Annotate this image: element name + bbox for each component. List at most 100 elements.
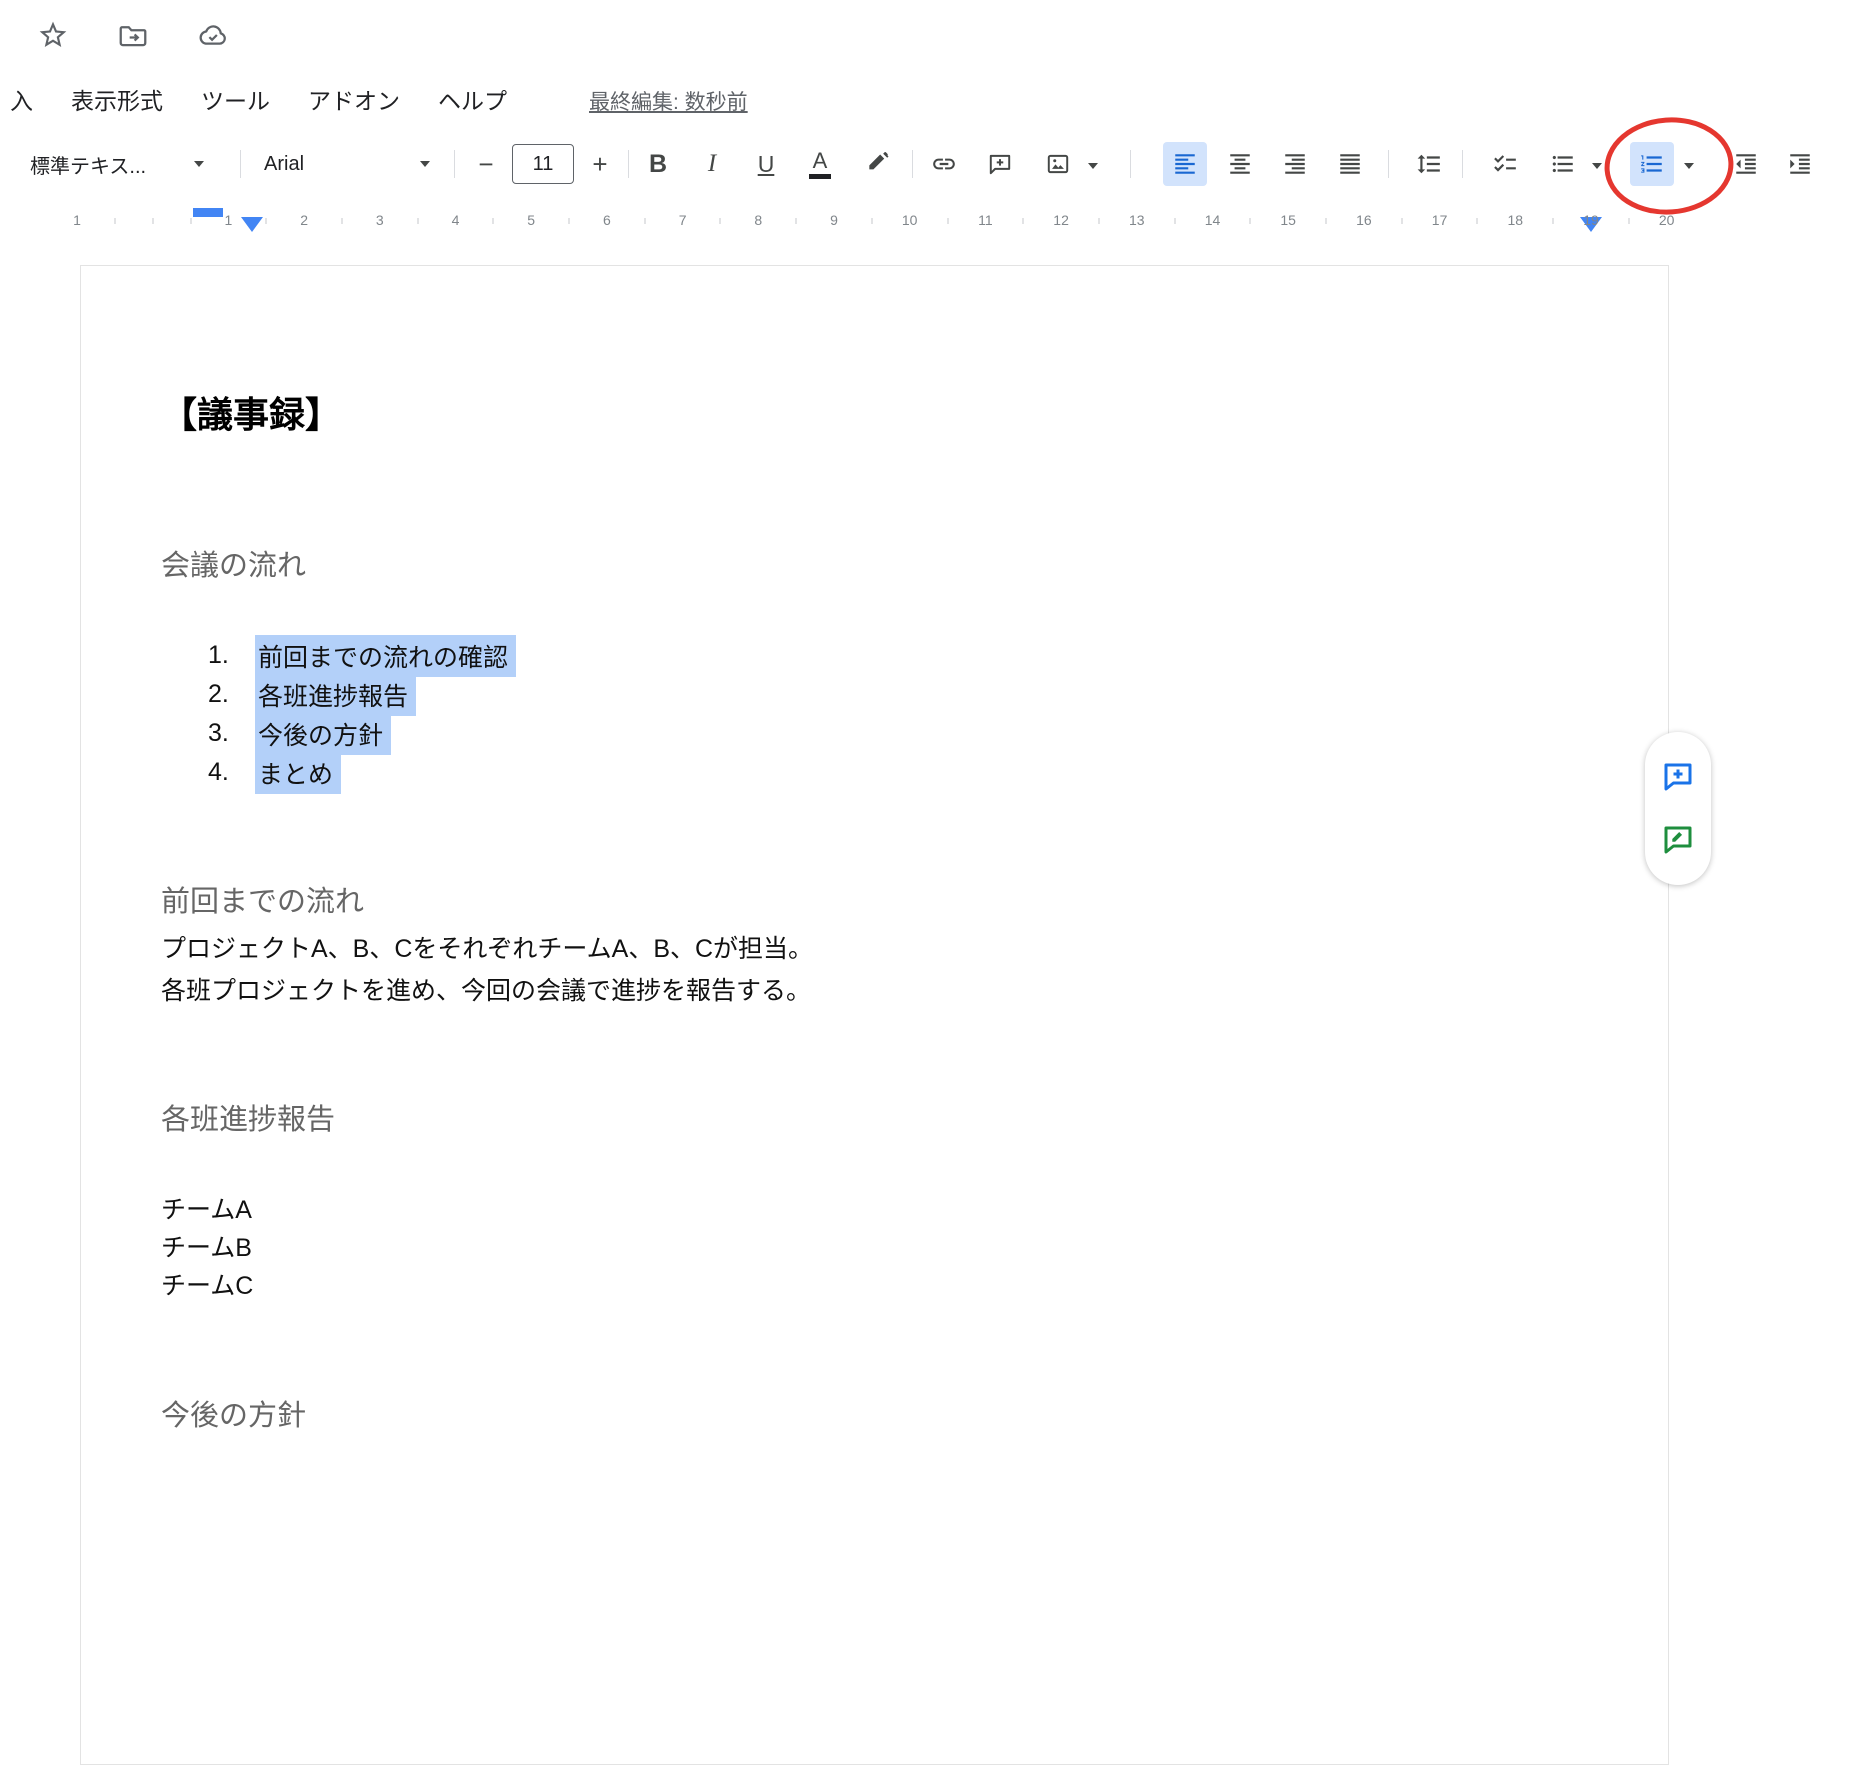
ruler-number: 1: [73, 212, 81, 228]
menu-item-insert-partial[interactable]: 入: [10, 82, 33, 116]
italic-icon: I: [708, 150, 716, 178]
italic-button[interactable]: I: [690, 142, 734, 186]
cloud-saved-icon[interactable]: [196, 18, 230, 52]
toolbar-divider: [912, 150, 913, 178]
align-justify-icon: [1337, 151, 1363, 177]
document-page[interactable]: 【議事録】 会議の流れ 1. 前回までの流れの確認 2. 各班進捗報告 3. 今…: [80, 265, 1669, 1765]
toolbar-divider: [1130, 150, 1131, 178]
list-item: 2. 各班進捗報告: [208, 675, 516, 714]
chevron-down-icon: [1684, 163, 1694, 169]
align-left-button[interactable]: [1163, 142, 1207, 186]
comment-add-icon: [1660, 759, 1696, 795]
team-line: チームC: [161, 1267, 253, 1305]
paragraph-style-value: 標準テキス...: [30, 150, 146, 179]
add-comment-button[interactable]: [1658, 757, 1698, 797]
agenda-list: 1. 前回までの流れの確認 2. 各班進捗報告 3. 今後の方針 4. まとめ: [208, 636, 516, 792]
menu-item-tools[interactable]: ツール: [201, 82, 270, 116]
suggest-edits-button[interactable]: [1658, 820, 1698, 860]
suggest-edit-icon: [1660, 822, 1696, 858]
list-item: 4. まとめ: [208, 753, 516, 792]
numbered-list-dropdown[interactable]: [1682, 161, 1696, 171]
last-edit-link[interactable]: 最終編集: 数秒前: [589, 86, 748, 116]
align-center-button[interactable]: [1218, 142, 1262, 186]
ruler-tick: [1477, 218, 1478, 224]
ruler-tick: [266, 218, 267, 224]
ruler-tick: [720, 218, 721, 224]
document-title: 【議事録】: [161, 386, 341, 438]
ruler-tick: [417, 218, 418, 224]
underline-button[interactable]: U: [744, 142, 788, 186]
ruler-number: 14: [1205, 212, 1221, 228]
menu-item-addons[interactable]: アドオン: [308, 82, 400, 116]
titlebar: [36, 18, 230, 52]
bulleted-list-button[interactable]: [1541, 142, 1585, 186]
ruler-number: 17: [1432, 212, 1448, 228]
selected-text: 前回までの流れの確認: [255, 635, 516, 677]
heading-agenda: 会議の流れ: [161, 542, 306, 584]
ruler-number: 10: [902, 212, 918, 228]
insert-link-button[interactable]: [922, 142, 966, 186]
toolbar-divider: [1388, 150, 1389, 178]
ruler-tick: [1401, 218, 1402, 224]
insert-image-button[interactable]: [1036, 142, 1080, 186]
chevron-down-icon: [420, 161, 430, 167]
left-indent-marker[interactable]: [241, 217, 263, 232]
increase-font-size-button[interactable]: +: [578, 142, 622, 186]
align-justify-button[interactable]: [1328, 142, 1372, 186]
toolbar-divider: [240, 150, 241, 178]
ruler-number: 3: [376, 212, 384, 228]
increase-indent-button[interactable]: [1778, 142, 1822, 186]
font-dropdown[interactable]: Arial: [252, 142, 442, 186]
numbered-list-button[interactable]: [1630, 142, 1674, 186]
decrease-indent-button[interactable]: [1724, 142, 1768, 186]
menu-item-format[interactable]: 表示形式: [71, 82, 163, 116]
increase-indent-icon: [1787, 151, 1813, 177]
decrease-font-size-button[interactable]: −: [464, 142, 508, 186]
ruler-tick: [114, 218, 115, 224]
text-color-icon: A: [813, 150, 828, 172]
toolbar-divider: [1462, 150, 1463, 178]
line-spacing-button[interactable]: [1407, 142, 1451, 186]
highlight-color-button[interactable]: [856, 142, 900, 186]
menubar: 入 表示形式 ツール アドオン ヘルプ 最終編集: 数秒前: [10, 82, 748, 116]
bold-button[interactable]: B: [636, 142, 680, 186]
align-right-button[interactable]: [1273, 142, 1317, 186]
ruler-number: 4: [452, 212, 460, 228]
bulleted-list-dropdown[interactable]: [1590, 161, 1604, 171]
ruler-tick: [493, 218, 494, 224]
ruler-tick: [1553, 218, 1554, 224]
toolbar-divider: [628, 150, 629, 178]
list-number: 3.: [208, 719, 255, 748]
list-item: 1. 前回までの流れの確認: [208, 636, 516, 675]
star-icon[interactable]: [36, 18, 70, 52]
bulleted-list-icon: [1550, 151, 1576, 177]
ruler-tick: [1628, 218, 1629, 224]
ruler-tick: [1098, 218, 1099, 224]
bold-icon: B: [649, 150, 667, 179]
list-item: 3. 今後の方針: [208, 714, 516, 753]
insert-image-dropdown[interactable]: [1086, 161, 1100, 171]
link-icon: [931, 151, 957, 177]
previous-body: プロジェクトA、B、CをそれぞれチームA、B、Cが担当。 各班プロジェクトを進め…: [161, 928, 813, 1012]
add-comment-button-toolbar[interactable]: [978, 142, 1022, 186]
toolbar: 標準テキス... Arial − 11 + B I U A: [0, 134, 1856, 196]
font-value: Arial: [264, 153, 304, 176]
move-folder-icon[interactable]: [116, 18, 150, 52]
image-icon: [1045, 151, 1071, 177]
team-line: チームA: [161, 1191, 253, 1229]
minus-icon: −: [478, 149, 493, 180]
paragraph-style-dropdown[interactable]: 標準テキス...: [18, 142, 216, 186]
checklist-button[interactable]: [1483, 142, 1527, 186]
font-size-input[interactable]: 11: [512, 144, 574, 184]
ruler-number: 6: [603, 212, 611, 228]
first-line-indent-marker[interactable]: [193, 208, 223, 217]
team-line: チームB: [161, 1229, 253, 1267]
ruler-number: 19: [1583, 212, 1599, 228]
selected-text: 各班進捗報告: [255, 674, 416, 716]
ruler-tick: [644, 218, 645, 224]
chevron-down-icon: [1592, 163, 1602, 169]
ruler-tick: [796, 218, 797, 224]
text-color-button[interactable]: A: [798, 142, 842, 186]
menu-item-help[interactable]: ヘルプ: [438, 82, 507, 116]
selected-text: まとめ: [255, 752, 341, 794]
